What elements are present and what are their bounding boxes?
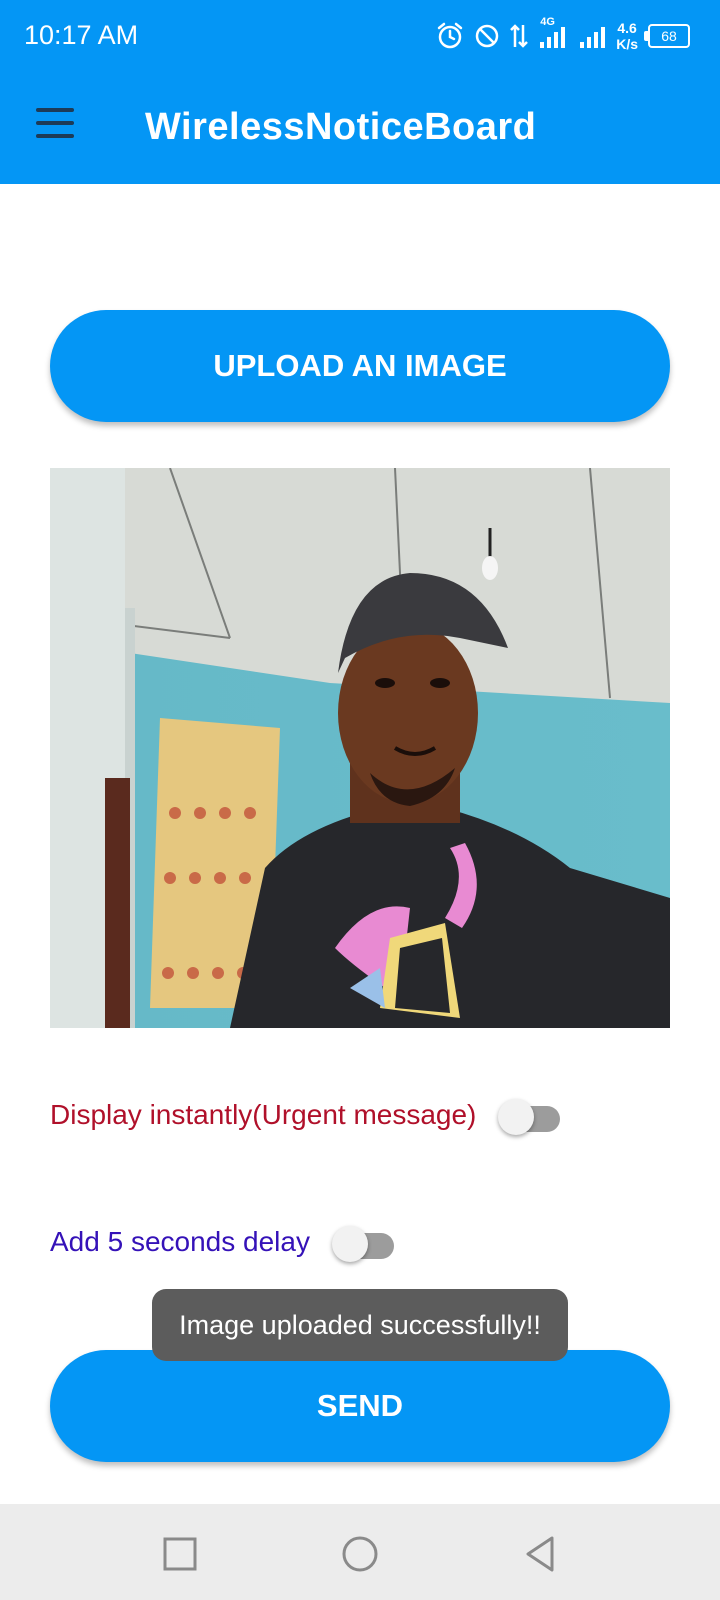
network-speed-value: 4.6 bbox=[617, 20, 637, 36]
selfie-photo bbox=[50, 468, 670, 1028]
cell-signal-1: 4G bbox=[538, 16, 568, 50]
do-not-disturb-icon bbox=[475, 24, 499, 48]
status-icons: 4G 4.6 K/s 68 bbox=[436, 16, 690, 56]
status-time: 10:17 AM bbox=[24, 20, 139, 50]
app-title: WirelessNoticeBoard bbox=[145, 106, 537, 148]
signal-icon bbox=[540, 27, 566, 48]
alarm-icon bbox=[437, 22, 463, 49]
data-transfer-icon bbox=[510, 24, 529, 48]
delay-label: Add 5 seconds delay bbox=[50, 1226, 310, 1257]
delay-switch-thumb bbox=[331, 1226, 368, 1262]
signal-icon-2 bbox=[580, 27, 606, 48]
urgent-message-switch[interactable] bbox=[498, 1095, 562, 1135]
toast-message: Image uploaded successfully!! bbox=[152, 1289, 568, 1361]
uploaded-image-preview bbox=[50, 468, 670, 1028]
recent-apps-icon[interactable] bbox=[160, 1534, 200, 1574]
app-bar: WirelessNoticeBoard bbox=[0, 72, 720, 184]
urgent-message-option: Display instantly(Urgent message) bbox=[50, 1095, 562, 1135]
delay-option: Add 5 seconds delay bbox=[50, 1222, 396, 1262]
network-speed: 4.6 K/s bbox=[616, 20, 638, 52]
hamburger-menu-icon[interactable] bbox=[36, 108, 76, 140]
send-button[interactable]: SEND bbox=[50, 1350, 670, 1462]
system-nav-bar bbox=[0, 1504, 720, 1600]
battery-icon: 68 bbox=[644, 24, 690, 48]
delay-switch[interactable] bbox=[331, 1222, 396, 1262]
urgent-message-label: Display instantly(Urgent message) bbox=[50, 1099, 477, 1130]
back-icon[interactable] bbox=[520, 1534, 560, 1574]
home-icon[interactable] bbox=[340, 1534, 380, 1574]
battery-level: 68 bbox=[661, 28, 677, 44]
network-speed-unit: K/s bbox=[616, 36, 638, 52]
status-bar: 10:17 AM 4G 4.6 K/s 68 bbox=[0, 0, 720, 72]
upload-image-button[interactable]: UPLOAD AN IMAGE bbox=[50, 310, 670, 422]
